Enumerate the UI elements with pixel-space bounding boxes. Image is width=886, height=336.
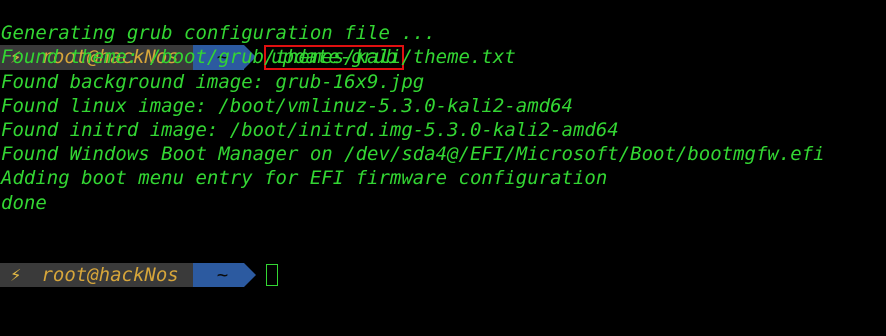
- output-line: Generating grub configuration file ...: [1, 22, 436, 45]
- text-cursor: [266, 264, 279, 287]
- prompt-user-segment: ⚡ root@hackNos: [0, 263, 205, 288]
- prompt-user-host: root@hackNos: [41, 264, 179, 287]
- prompt-line: ⚡ root@hackNos ~ update-grub: [0, 0, 886, 70]
- prompt: ⚡ root@hackNos ~: [0, 263, 886, 288]
- prompt-dir: ~: [216, 264, 229, 287]
- output-line: Found Windows Boot Manager on /dev/sda4@…: [1, 143, 825, 166]
- prompt-dir-segment: ~: [192, 263, 257, 288]
- output-line: Found background image: grub-16x9.jpg: [1, 70, 425, 93]
- command-input[interactable]: [264, 263, 279, 287]
- output-line: Adding boot menu entry for EFI firmware …: [1, 167, 608, 190]
- lightning-icon: ⚡: [10, 264, 22, 287]
- terminal-window[interactable]: ⚡ root@hackNos ~ update-grub Generating …: [0, 0, 886, 288]
- output-line: Found theme: /boot/grub/themes/kali/them…: [1, 46, 516, 69]
- output-line: Found linux image: /boot/vmlinuz-5.3.0-k…: [1, 94, 573, 117]
- output-line: Found initrd image: /boot/initrd.img-5.3…: [1, 118, 619, 141]
- output-line: done: [1, 191, 47, 214]
- prompt-line: ⚡ root@hackNos ~: [0, 215, 886, 288]
